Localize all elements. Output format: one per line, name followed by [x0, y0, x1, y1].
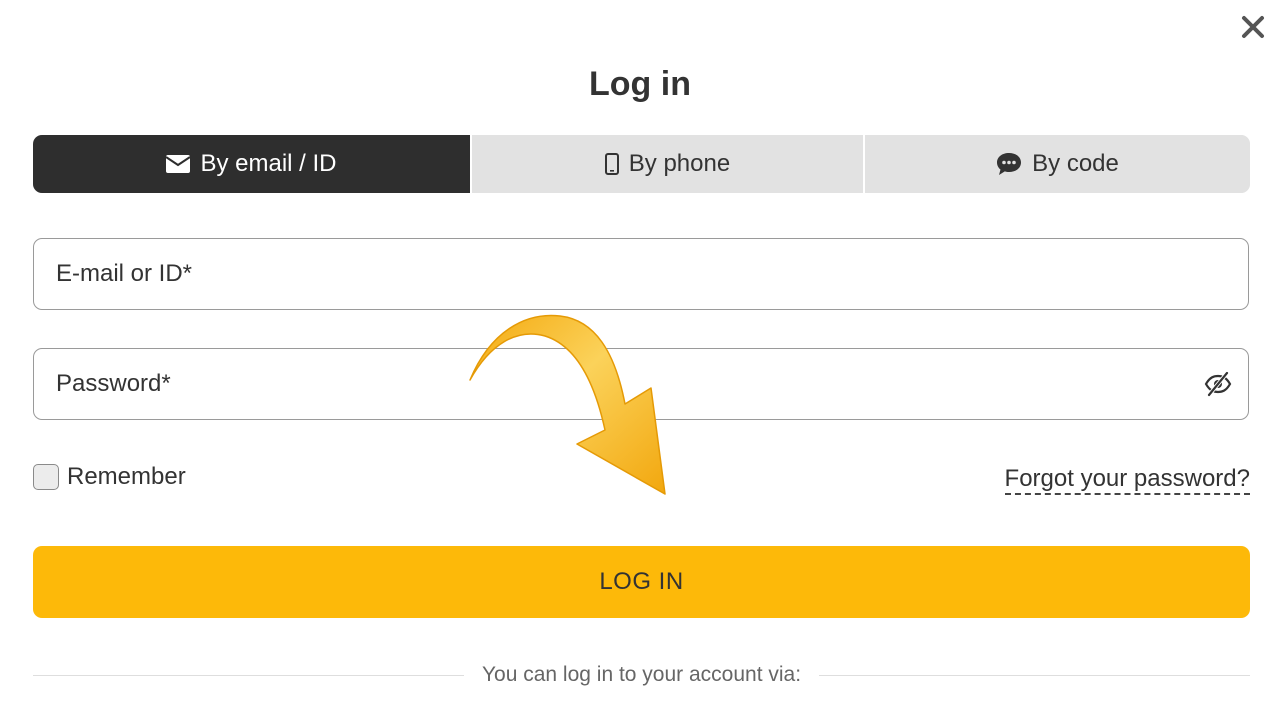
- page-title: Log in: [589, 65, 691, 103]
- tab-by-code[interactable]: By code: [863, 135, 1250, 193]
- email-field[interactable]: [34, 244, 1156, 304]
- eye-slash-icon: [1204, 371, 1232, 397]
- forgot-password-link[interactable]: Forgot your password?: [1004, 465, 1250, 495]
- divider-line-right: [819, 674, 1251, 676]
- tab-by-phone[interactable]: By phone: [470, 135, 863, 193]
- envelope-icon: [166, 155, 191, 173]
- alt-login-divider: You can log in to your account via:: [33, 660, 1251, 690]
- tab-label: By code: [1032, 150, 1119, 177]
- tab-label: By email / ID: [200, 150, 337, 177]
- email-field-wrapper: [33, 238, 1249, 310]
- close-icon: [1242, 16, 1264, 38]
- remember-checkbox[interactable]: [33, 464, 59, 490]
- login-method-tabs: By email / ID By phone By code: [33, 135, 1250, 193]
- mobile-phone-icon: [604, 153, 619, 175]
- close-button[interactable]: [1236, 10, 1270, 44]
- login-button[interactable]: LOG IN: [33, 546, 1250, 618]
- alt-login-text: You can log in to your account via:: [481, 663, 802, 686]
- remember-label: Remember: [67, 463, 186, 490]
- tab-label: By phone: [628, 150, 731, 177]
- tab-by-email[interactable]: By email / ID: [33, 135, 470, 193]
- password-field[interactable]: [34, 354, 1156, 414]
- remember-me[interactable]: Remember: [33, 463, 186, 491]
- divider-line-left: [33, 674, 464, 676]
- password-field-wrapper: [33, 348, 1249, 420]
- login-dialog: Log in By email / ID By phone By code E-…: [0, 0, 1280, 720]
- password-visibility-toggle[interactable]: [1204, 371, 1232, 397]
- chat-bubble-icon: [997, 153, 1022, 175]
